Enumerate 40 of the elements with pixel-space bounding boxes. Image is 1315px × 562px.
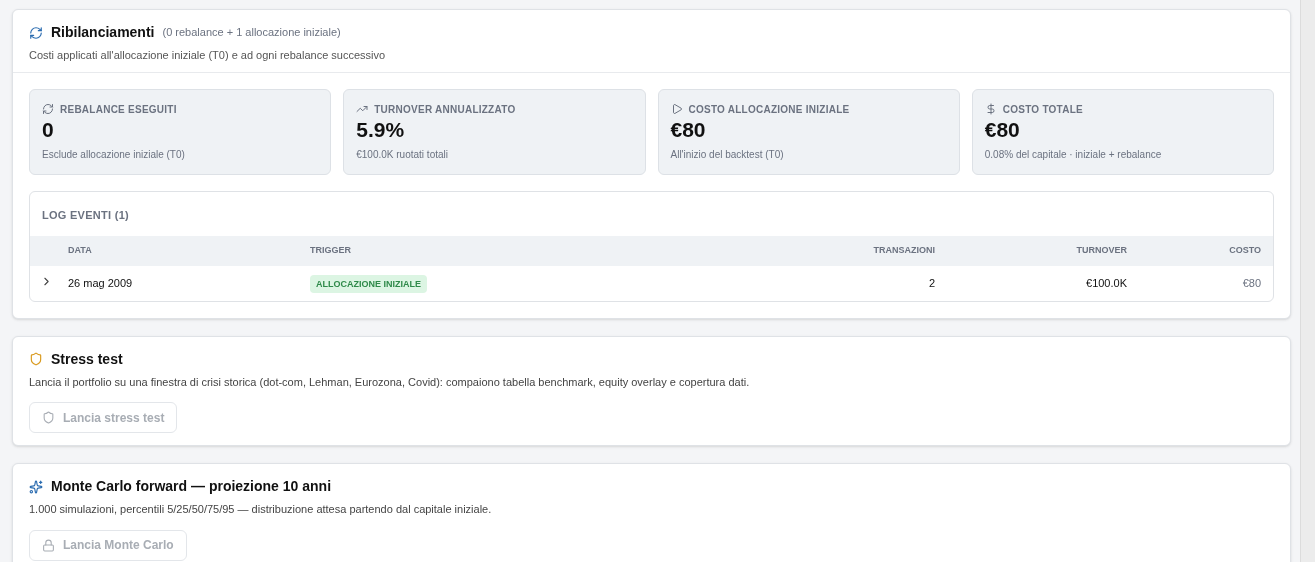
stat-label: COSTO TOTALE [1002, 102, 1083, 117]
card-description: 1.000 simulazioni, percentili 5/25/50/75/95 — distribuzione attesa partendo dal capitale iniziale. [29, 502, 493, 517]
stat-note: Esclude allocazione iniziale (T0) [42, 147, 186, 162]
column-header: TRANSAZIONI [873, 244, 935, 255]
trend-up-icon [356, 103, 369, 115]
panel-title: LOG EVENTI (1) [42, 208, 129, 221]
card-description: Lancia il portfolio su una finestra di crisi storica (dot-com, Lehman, Eurozona, Covid): compaiono tabella benchmark, equity overlay e copertura dati. [29, 374, 751, 390]
stat-note: All'inizio del backtest (T0) [670, 147, 785, 162]
card-title: Monte Carlo forward — proiezione 10 anni [51, 477, 332, 496]
lock-icon [42, 538, 55, 552]
card-description: Costi applicati all'allocazione iniziale (T0) e ad ogni rebalance successivo [29, 48, 387, 63]
column-header: COSTO [1229, 244, 1261, 255]
stat-note: 0.08% del capitale · iniziale + rebalance [984, 147, 1163, 162]
stat-note: €100.0K ruotati totali [356, 147, 449, 162]
column-header: TRIGGER [310, 244, 351, 255]
stat-value: 5.9% [356, 116, 406, 143]
shield-icon [42, 411, 55, 424]
table-cell: €100.0K [1086, 276, 1127, 289]
card-subtitle: (0 rebalance + 1 allocazione iniziale) [162, 25, 341, 41]
shield-icon [29, 352, 43, 366]
stat-value: 0 [42, 116, 55, 143]
refresh-icon [42, 103, 54, 115]
card-title: Stress test [51, 349, 123, 369]
column-header: DATA [68, 244, 92, 255]
table-cell: €80 [1242, 276, 1261, 289]
dollar-icon [984, 103, 997, 115]
stat-value: €80 [670, 116, 707, 143]
refresh-icon [29, 25, 43, 40]
table-cell: 26 mag 2009 [68, 276, 133, 289]
stat-label: REBALANCE ESEGUITI [60, 102, 177, 117]
stat-label: TURNOVER ANNUALIZZATO [374, 102, 516, 117]
trigger-tag: ALLOCAZIONE INIZIALE [310, 274, 427, 293]
play-icon [670, 103, 683, 115]
stat-value: €80 [984, 116, 1021, 143]
card-title: Ribilanciamenti [51, 23, 155, 42]
scrollbar[interactable] [1300, 0, 1315, 562]
stat-label: COSTO ALLOCAZIONE INIZIALE [688, 102, 850, 117]
table-cell: 2 [928, 276, 935, 289]
sparkles-icon [29, 479, 43, 494]
column-header: TURNOVER [1076, 244, 1127, 255]
